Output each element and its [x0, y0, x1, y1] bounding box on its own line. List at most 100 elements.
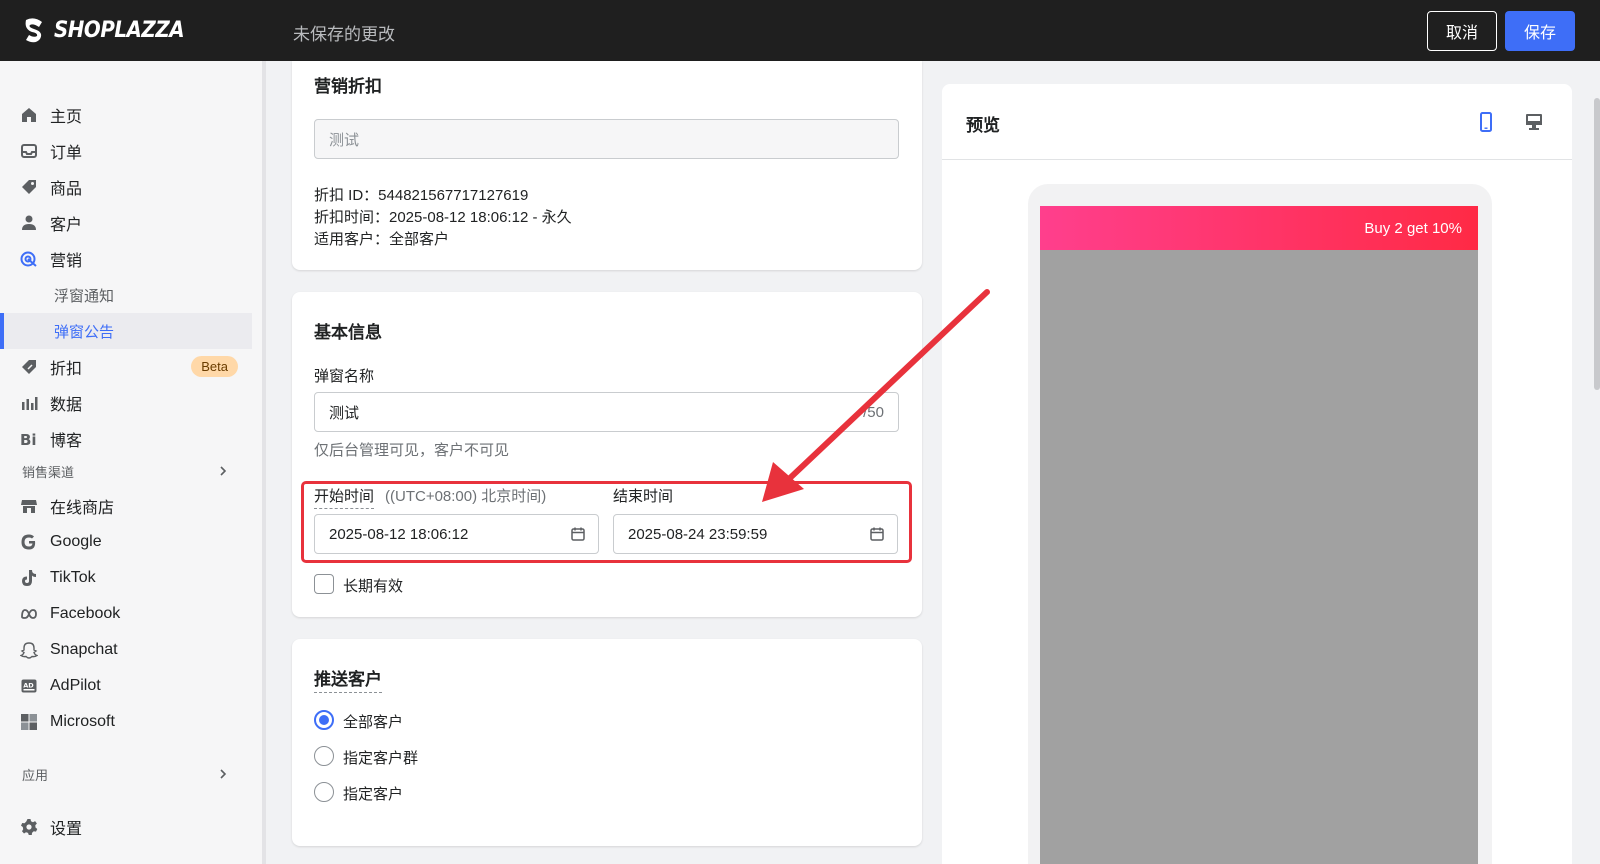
tiktok-icon [20, 569, 38, 587]
discount-icon [20, 358, 38, 376]
banner-text: Buy 2 get 10% [1364, 219, 1462, 237]
sales-channels-label: 销售渠道 [22, 464, 75, 480]
sidebar-item-label: 营销 [50, 253, 83, 270]
popup-name-value: 测试 [329, 404, 360, 422]
meta-icon [20, 605, 38, 623]
cancel-button[interactable]: 取消 [1427, 11, 1497, 51]
sidebar-item-adpilot[interactable]: AD AdPilot [0, 668, 252, 704]
tag-icon [20, 178, 38, 196]
preview-header: 预览 [942, 84, 1572, 160]
sidebar-item-settings[interactable]: 设置 [0, 809, 252, 845]
page-scrollbar[interactable] [1594, 98, 1600, 390]
google-icon [20, 533, 38, 551]
inbox-icon [20, 142, 38, 160]
sidebar-item-microsoft[interactable]: Microsoft [0, 704, 252, 740]
adpilot-icon: AD [20, 677, 38, 695]
sidebar-item-label: Google [50, 533, 102, 550]
announcement-banner: Buy 2 get 10% [1040, 206, 1478, 250]
sidebar-item-label: TikTok [50, 569, 96, 586]
radio-all-customers[interactable] [314, 710, 334, 730]
sidebar-item-google[interactable]: Google [0, 524, 252, 560]
all-customers-label: 全部客户 [343, 714, 404, 731]
push-customers-title: 推送客户 [314, 665, 382, 693]
chevron-right-icon [220, 466, 227, 476]
sidebar-item-label: 商品 [50, 181, 83, 198]
sidebar: 主页 订单 商品 客户 营销 浮窗通知 弹窗公告 折扣 Beta 数据 Bi 博… [0, 61, 262, 864]
popup-name-label: 弹窗名称 [314, 368, 375, 385]
sidebar-item-label: 设置 [50, 821, 83, 838]
sidebar-item-orders[interactable]: 订单 [0, 133, 252, 169]
sales-channels-section[interactable]: 销售渠道 [0, 456, 252, 486]
chevron-right-icon [220, 769, 227, 779]
sidebar-subitem-label: 浮窗通知 [54, 287, 115, 305]
sidebar-item-label: 博客 [50, 433, 83, 450]
bar-chart-icon [20, 394, 38, 412]
popup-name-hint: 仅后台管理可见，客户不可见 [314, 442, 510, 459]
save-button[interactable]: 保存 [1505, 11, 1575, 51]
sidebar-item-label: 数据 [50, 397, 83, 414]
sidebar-item-blog[interactable]: Bi 博客 [0, 421, 252, 457]
marketing-discount-title: 营销折扣 [314, 77, 382, 96]
sidebar-item-marketing[interactable]: 营销 [0, 241, 252, 277]
sidebar-item-label: 订单 [50, 145, 83, 162]
apps-label: 应用 [22, 767, 49, 783]
marketing-discount-card: 营销折扣 测试 折扣 ID：5448215677171276​19 折扣时间：2… [292, 61, 922, 270]
sidebar-item-label: AdPilot [50, 677, 101, 694]
shoplazza-logo[interactable]: SHOPLAZZA [22, 16, 199, 44]
sidebar-item-customers[interactable]: 客户 [0, 205, 252, 241]
sidebar-item-label: 主页 [50, 109, 83, 126]
specific-customers-label: 指定客户 [343, 786, 404, 803]
char-counter: /50 [863, 404, 884, 421]
long-term-checkbox[interactable] [314, 574, 334, 594]
sidebar-item-discounts[interactable]: 折扣 Beta [0, 349, 252, 385]
sidebar-item-tiktok[interactable]: TikTok [0, 560, 252, 596]
sidebar-item-label: 客户 [50, 217, 83, 234]
top-bar: SHOPLAZZA 未保存的更改 取消 保存 [0, 0, 1600, 61]
radio-specific-customers[interactable] [314, 782, 334, 802]
customer-segment-label: 指定客户群 [343, 750, 419, 767]
sidebar-item-online-store[interactable]: 在线商店 [0, 488, 252, 524]
annotation-highlight-box [301, 481, 912, 563]
sidebar-item-label: 折扣 [50, 361, 83, 378]
store-icon [20, 497, 38, 515]
sidebar-scrollbar[interactable] [262, 61, 266, 864]
blog-icon: Bi [20, 430, 38, 448]
long-term-label: 长期有效 [343, 578, 404, 595]
svg-text:AD: AD [23, 682, 34, 690]
discount-time-text: 折扣时间：2025-08-12 18:06:12 - 永久 [314, 209, 572, 226]
basic-info-card: 基本信息 弹窗名称 测试 /50 仅后台管理可见，客户不可见 开始时间 ((UT… [292, 292, 922, 617]
sidebar-subitem-label: 弹窗公告 [54, 323, 115, 341]
sidebar-item-analytics[interactable]: 数据 [0, 385, 252, 421]
preview-title: 预览 [966, 116, 1000, 135]
sidebar-item-label: Snapchat [50, 641, 118, 658]
desktop-device-icon[interactable] [1522, 110, 1546, 134]
phone-screen [1040, 250, 1478, 864]
sidebar-item-label: Microsoft [50, 713, 115, 730]
sidebar-item-label: Facebook [50, 605, 121, 622]
sidebar-item-label: 在线商店 [50, 500, 115, 517]
home-icon [20, 106, 38, 124]
radio-customer-segment[interactable] [314, 746, 334, 766]
applicable-customers-text: 适用客户：全部客户 [314, 231, 450, 248]
microsoft-icon [20, 713, 38, 731]
snapchat-icon [20, 641, 38, 659]
mobile-device-icon[interactable] [1474, 110, 1498, 134]
beta-badge: Beta [191, 356, 238, 377]
sidebar-item-facebook[interactable]: Facebook [0, 596, 252, 632]
gear-icon [20, 818, 38, 836]
unsaved-changes-label: 未保存的更改 [293, 25, 395, 44]
person-icon [20, 214, 38, 232]
logo-text: SHOPLAZZA [54, 17, 185, 43]
svg-text:Bi: Bi [20, 431, 37, 448]
target-icon [20, 250, 38, 268]
sidebar-subitem-floating-notice[interactable]: 浮窗通知 [0, 277, 252, 313]
basic-info-title: 基本信息 [314, 323, 382, 342]
sidebar-item-home[interactable]: 主页 [0, 97, 252, 133]
sidebar-subitem-popup-announcement[interactable]: 弹窗公告 [0, 313, 252, 349]
popup-name-input[interactable]: 测试 /50 [314, 392, 899, 432]
sidebar-item-snapchat[interactable]: Snapchat [0, 632, 252, 668]
sidebar-item-products[interactable]: 商品 [0, 169, 252, 205]
logo-mark-icon [25, 18, 42, 43]
discount-name-value: 测试 [329, 131, 360, 149]
apps-section[interactable]: 应用 [0, 759, 252, 789]
